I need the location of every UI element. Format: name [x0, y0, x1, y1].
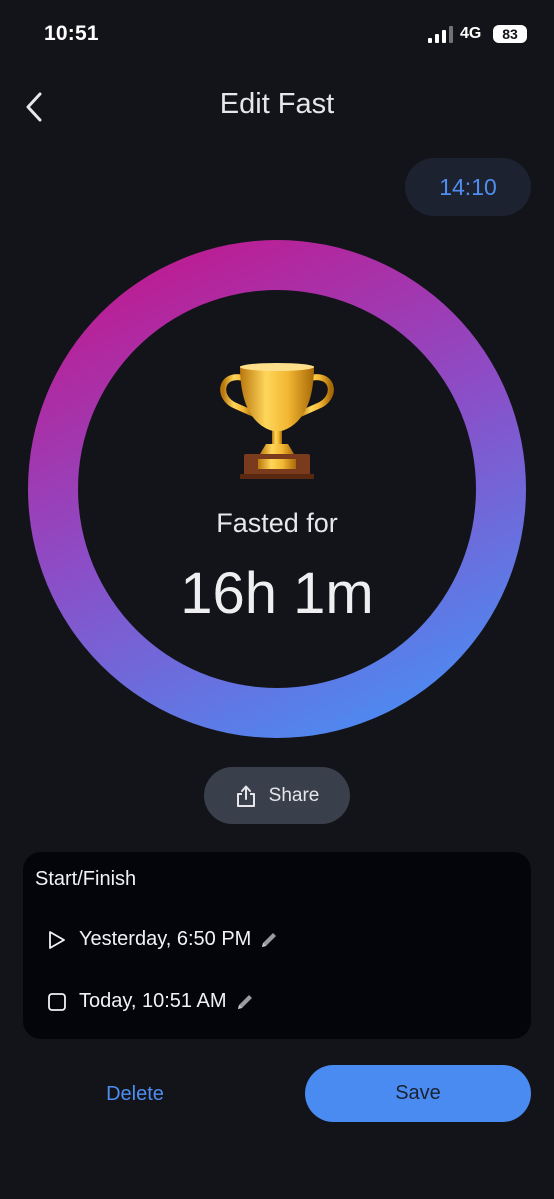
- share-button[interactable]: Share: [204, 767, 350, 824]
- delete-button[interactable]: Delete: [70, 1068, 200, 1120]
- start-finish-card: Start/Finish Yesterday, 6:50 PM Today, 1…: [23, 852, 531, 1039]
- start-time-text: Yesterday, 6:50 PM: [79, 928, 252, 950]
- play-icon: [49, 930, 65, 949]
- card-title: Start/Finish: [35, 868, 137, 890]
- page-title: Edit Fast: [219, 88, 335, 120]
- start-time-row[interactable]: Yesterday, 6:50 PM: [47, 928, 279, 951]
- share-icon: [236, 785, 255, 807]
- time-pill[interactable]: 14:10: [405, 158, 531, 216]
- progress-ring: [28, 240, 526, 738]
- network-type: 4G: [460, 25, 482, 42]
- fasted-label: Fasted for: [216, 508, 338, 538]
- finish-time-row[interactable]: Today, 10:51 AM: [47, 990, 255, 1013]
- share-label: Share: [268, 784, 320, 806]
- finish-time-text: Today, 10:51 AM: [79, 990, 227, 1012]
- pencil-icon[interactable]: [235, 992, 255, 1012]
- save-button[interactable]: Save: [305, 1065, 531, 1122]
- status-time: 10:51: [44, 22, 99, 45]
- battery-icon: 83: [493, 25, 527, 43]
- fasted-duration: 16h 1m: [180, 561, 374, 626]
- signal-icon: [428, 25, 454, 43]
- ring-inner: [78, 290, 476, 688]
- pencil-icon[interactable]: [259, 930, 279, 950]
- trophy-icon: [220, 363, 334, 479]
- stop-icon: [48, 992, 66, 1011]
